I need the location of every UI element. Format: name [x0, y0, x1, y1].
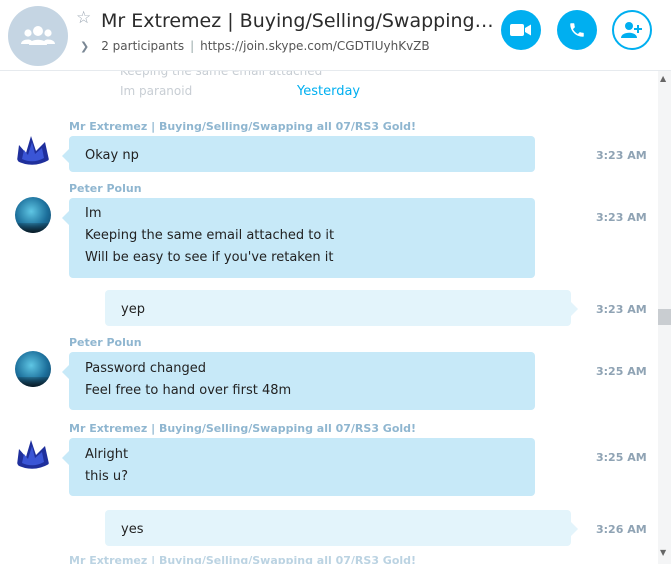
message-timestamp: 3:23 AM — [596, 149, 647, 162]
message-bubble[interactable]: Im Keeping the same email attached to it… — [62, 198, 535, 278]
message-timestamp: 3:23 AM — [596, 211, 647, 224]
scrollbar-thumb[interactable] — [658, 309, 671, 325]
message-line: Will be easy to see if you've retaken it — [85, 250, 334, 265]
sender-name[interactable]: Mr Extremez | Buying/Selling/Swapping al… — [69, 422, 416, 435]
subtitle-separator: | — [190, 39, 195, 53]
sender-name[interactable]: Peter Polun — [69, 182, 142, 195]
message-bubble[interactable]: Password changed Feel free to hand over … — [62, 352, 535, 410]
message-line: Password changed — [85, 361, 206, 376]
message-bubble[interactable]: yes — [105, 510, 578, 546]
sender-name[interactable]: Mr Extremez | Buying/Selling/Swapping al… — [69, 120, 416, 133]
message-line: this u? — [85, 469, 128, 484]
favorite-star-icon[interactable]: ☆ — [76, 8, 91, 28]
message-timestamp: 3:25 AM — [596, 365, 647, 378]
faded-message-text: Im paranoid — [120, 84, 193, 98]
avatar-peter-polun[interactable] — [15, 351, 51, 387]
audio-call-button[interactable] — [557, 10, 597, 50]
scroll-down-arrow-icon[interactable]: ▼ — [660, 548, 666, 557]
message-bubble[interactable]: Okay np — [62, 136, 535, 172]
avatar-photo-detail — [15, 223, 51, 233]
blue-crown-avatar-icon — [17, 440, 49, 469]
join-link[interactable]: https://join.skype.com/CGDTIUyhKvZB — [200, 39, 430, 53]
video-camera-icon — [510, 24, 531, 36]
message-line: yep — [121, 302, 145, 317]
message-line: Keeping the same email attached to it — [85, 228, 335, 243]
chevron-right-icon[interactable]: ❯ — [80, 40, 89, 53]
message-line: Im — [85, 206, 102, 221]
avatar-mr-extremez[interactable] — [15, 437, 51, 473]
sender-name[interactable]: Peter Polun — [69, 336, 142, 349]
day-divider: Yesterday — [297, 84, 361, 99]
add-participant-button[interactable] — [612, 10, 652, 50]
avatar-peter-polun[interactable] — [15, 197, 51, 233]
message-line: Alright — [85, 447, 129, 462]
blue-crown-avatar-icon — [17, 136, 49, 165]
message-line: Okay np — [85, 148, 139, 163]
message-line: Feel free to hand over first 48m — [85, 383, 292, 398]
conversation-subtitle: ❯ 2 participants | https://join.skype.com/C… — [80, 38, 430, 55]
conversation-header: ☆ Mr Extremez | Buying/Selling/Swapping…… — [0, 0, 671, 71]
avatar-mr-extremez[interactable] — [15, 133, 51, 169]
group-people-icon — [21, 26, 55, 45]
message-list-scrollbar[interactable]: ▲ ▼ — [658, 70, 671, 564]
message-line: yes — [121, 522, 144, 537]
message-timestamp: 3:26 AM — [596, 523, 647, 536]
message-timestamp: 3:23 AM — [596, 303, 647, 316]
phone-icon — [570, 23, 584, 37]
message-bubble[interactable]: yep — [105, 290, 578, 326]
sender-name[interactable]: Mr Extremez | Buying/Selling/Swapping al… — [69, 554, 416, 564]
faded-message-text: Keeping the same email attached — [120, 70, 323, 78]
scroll-up-arrow-icon[interactable]: ▲ — [660, 74, 666, 83]
add-person-icon — [621, 22, 642, 38]
message-list[interactable]: Keeping the same email attached Im paran… — [0, 70, 658, 564]
conversation-title[interactable]: Mr Extremez | Buying/Selling/Swapping… — [101, 8, 494, 34]
video-call-button[interactable] — [501, 10, 541, 50]
participants-count[interactable]: 2 participants — [101, 39, 184, 53]
avatar-photo-detail — [15, 377, 51, 387]
message-timestamp: 3:25 AM — [596, 451, 647, 464]
message-bubble[interactable]: Alright this u? — [62, 438, 535, 496]
group-avatar[interactable] — [8, 6, 68, 66]
